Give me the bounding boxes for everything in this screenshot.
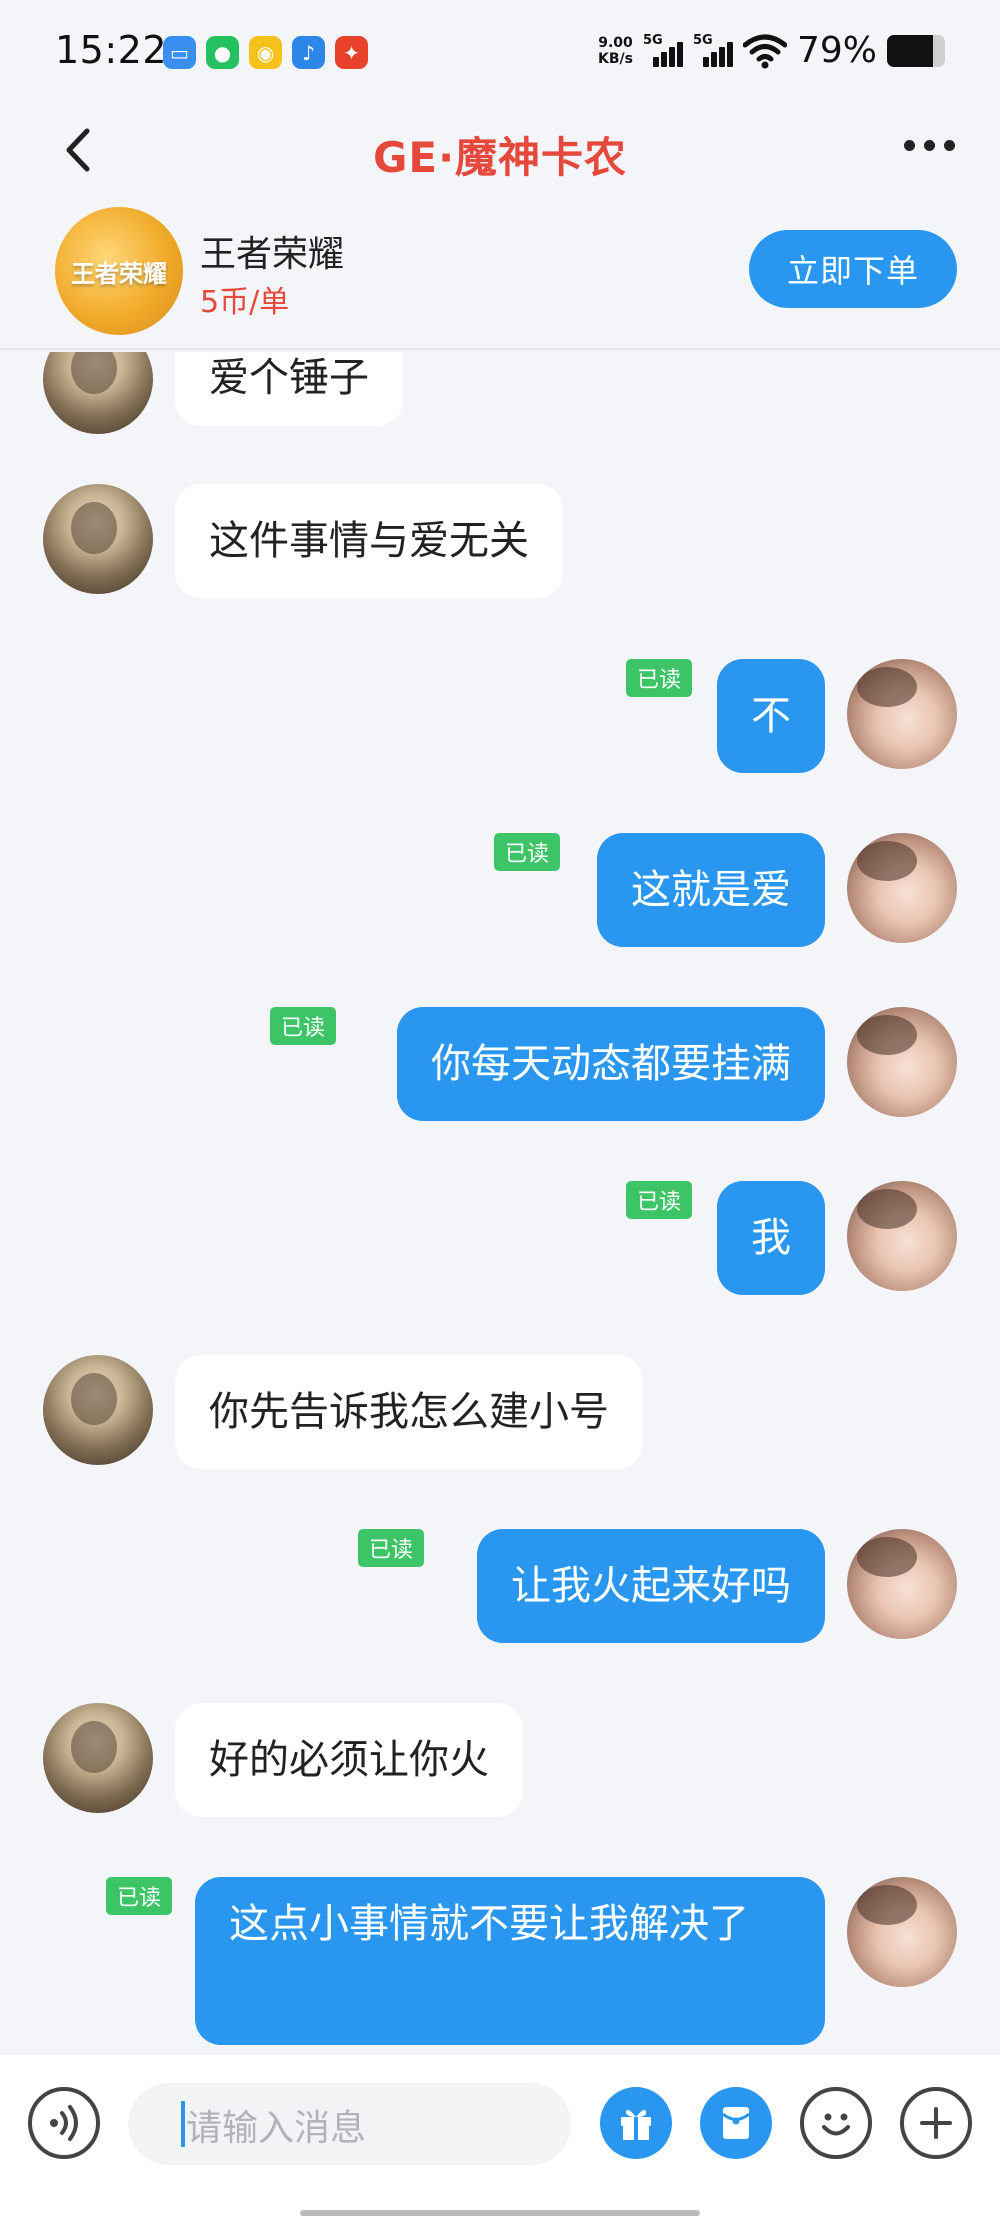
status-time: 15:22: [55, 28, 168, 72]
user-avatar[interactable]: [847, 1877, 957, 1987]
emoji-button[interactable]: [800, 2087, 872, 2159]
gift-icon: [621, 2109, 651, 2140]
weibo-icon: ✦: [335, 36, 368, 69]
game-icon: ♪: [292, 36, 325, 69]
contact-avatar[interactable]: [43, 1355, 153, 1465]
signal-icon: 5G: [643, 33, 683, 69]
message-input-placeholder: 请输入消息: [186, 2108, 367, 2149]
contact-avatar[interactable]: [43, 484, 153, 594]
user-avatar[interactable]: [847, 833, 957, 943]
page-title: GE·魔神卡农: [372, 133, 628, 182]
message-bubble-received[interactable]: 好的必须让你火: [175, 1703, 523, 1817]
contact-avatar[interactable]: [43, 1703, 153, 1813]
more-dots-icon: [904, 140, 915, 151]
smiley-icon: [822, 2113, 850, 2136]
read-status-badge: 已读: [105, 1877, 172, 1915]
voice-icon: [50, 2105, 78, 2141]
user-avatar[interactable]: [847, 1181, 957, 1291]
text-caret: [181, 2101, 185, 2147]
status-bar: 15:22 ▭ ● ◉ ♪ ✦ 9.00 KB/s 5G 5G 79%: [0, 0, 1000, 100]
signal-icon: 5G: [693, 33, 733, 69]
status-right: 9.00 KB/s 5G 5G 79%: [598, 30, 945, 71]
message-bubble-sent[interactable]: 你每天动态都要挂满: [397, 1007, 825, 1121]
more-actions-button[interactable]: [900, 2087, 972, 2159]
message-input-bar: 请输入消息: [0, 2055, 1000, 2222]
order-now-button[interactable]: 立即下单: [749, 230, 957, 308]
red-packet-button[interactable]: [700, 2087, 772, 2159]
chat-message-list[interactable]: 爱个锤子 这件事情与爱无关 已读 不 已读 这就是爱 已读 你每天动态都要挂满 …: [0, 352, 1000, 2055]
screen-cast-icon: ▭: [163, 36, 196, 69]
app-icon: ◉: [249, 36, 282, 69]
net-speed: 9.00 KB/s: [598, 34, 633, 67]
read-status-badge: 已读: [625, 1181, 692, 1219]
game-order-card: 王者荣耀 王者荣耀 5币/单 立即下单: [0, 195, 1000, 350]
message-input[interactable]: 请输入消息: [128, 2083, 571, 2165]
user-avatar[interactable]: [847, 1007, 957, 1117]
message-bubble-sent[interactable]: 这就是爱: [597, 833, 825, 947]
game-name: 王者荣耀: [200, 234, 345, 275]
contact-avatar[interactable]: [43, 352, 153, 434]
battery-icon: [887, 34, 945, 67]
message-bubble-sent[interactable]: 这点小事情就不要让我解决了: [195, 1877, 825, 2045]
message-bubble-sent[interactable]: 我: [717, 1181, 825, 1295]
wifi-icon: [742, 34, 787, 68]
read-status-badge: 已读: [493, 833, 560, 871]
message-bubble-sent[interactable]: 让我火起来好吗: [477, 1529, 825, 1643]
message-bubble-sent[interactable]: 不: [717, 659, 825, 773]
plus-icon: [920, 2107, 952, 2139]
user-avatar[interactable]: [847, 1529, 957, 1639]
envelope-icon: [722, 2107, 750, 2139]
status-app-icons: ▭ ● ◉ ♪ ✦: [163, 36, 368, 69]
more-menu-button[interactable]: [904, 140, 955, 151]
message-bubble-received[interactable]: 这件事情与爱无关: [175, 484, 563, 598]
user-avatar[interactable]: [847, 659, 957, 769]
read-status-badge: 已读: [269, 1007, 336, 1045]
home-indicator[interactable]: [300, 2210, 700, 2216]
game-price: 5币/单: [200, 285, 290, 320]
game-logo: 王者荣耀: [55, 207, 183, 335]
message-bubble-received[interactable]: 爱个锤子: [175, 352, 403, 426]
battery-percent: 79%: [796, 30, 877, 71]
read-status-badge: 已读: [625, 659, 692, 697]
voice-input-button[interactable]: [28, 2087, 100, 2159]
read-status-badge: 已读: [357, 1529, 424, 1567]
message-bubble-received[interactable]: 你先告诉我怎么建小号: [175, 1355, 643, 1469]
chat-header: GE·魔神卡农: [0, 100, 1000, 195]
gift-button[interactable]: [600, 2087, 672, 2159]
wechat-icon: ●: [206, 36, 239, 69]
